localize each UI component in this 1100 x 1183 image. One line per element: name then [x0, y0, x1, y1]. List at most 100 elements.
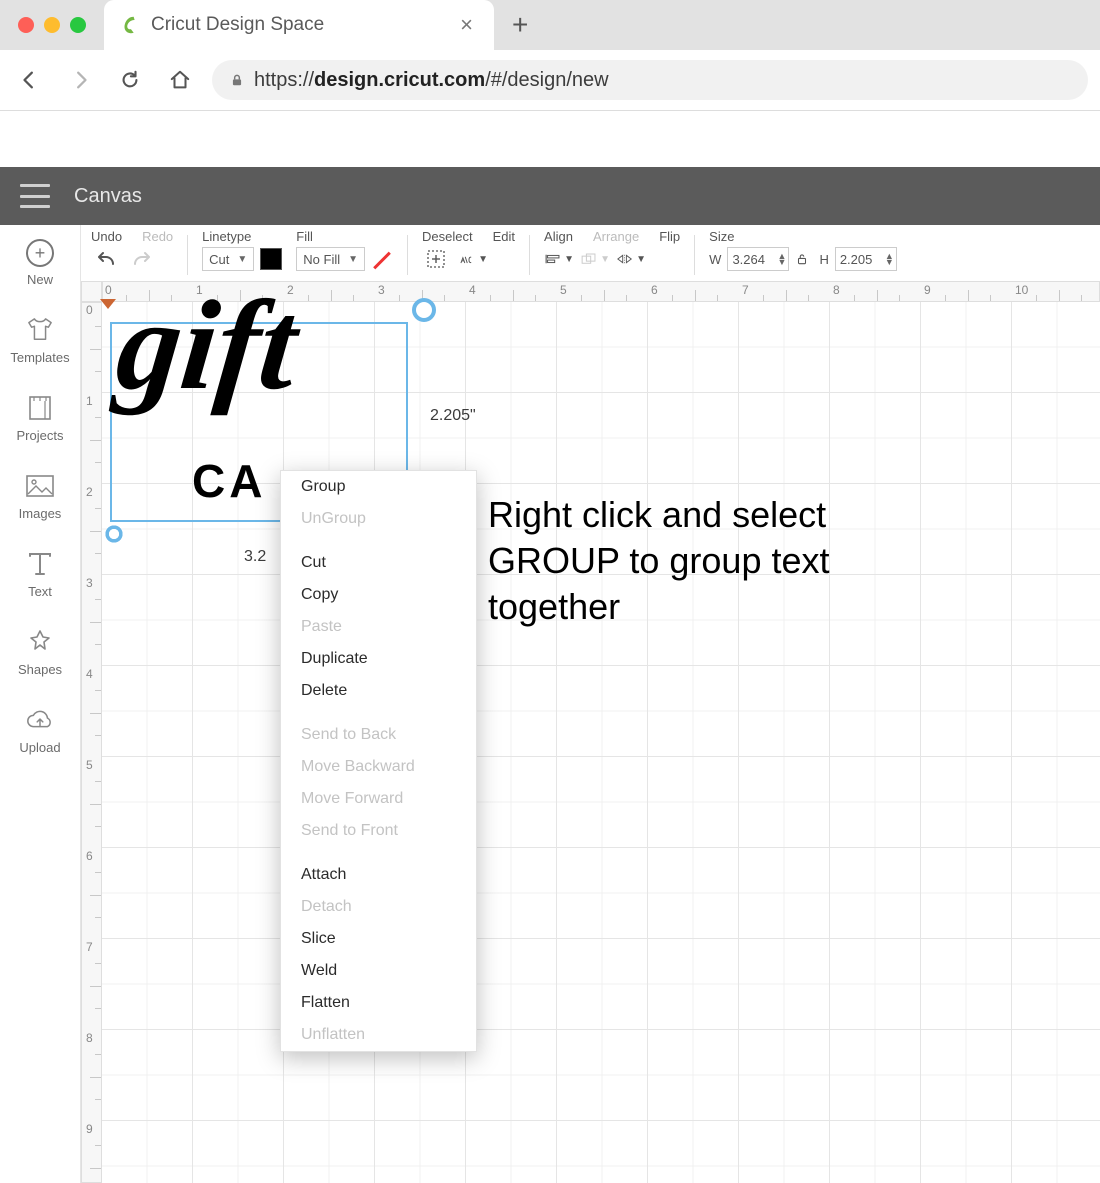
sidebar: + New Templates Projects Images Text: [0, 225, 81, 1183]
redo-label: Redo: [142, 229, 173, 244]
text-icon: [25, 549, 55, 579]
ruler-h-label: 5: [560, 283, 567, 297]
instruction-annotation: Right click and select GROUP to group te…: [488, 492, 830, 630]
artwork-text-block[interactable]: CA: [192, 454, 266, 508]
context-menu-item-attach[interactable]: Attach: [281, 859, 476, 891]
ruler-h-label: 8: [833, 283, 840, 297]
ruler-v-label: 2: [86, 485, 93, 499]
plus-circle-icon: +: [26, 239, 54, 267]
undo-button[interactable]: [91, 247, 121, 271]
shapes-icon: [25, 627, 55, 657]
rotation-handle[interactable]: [412, 298, 436, 322]
h-label: H: [819, 252, 828, 267]
artwork-text-script[interactable]: gift: [110, 281, 303, 419]
ruler-h-label: 6: [651, 283, 658, 297]
ruler-v-label: 3: [86, 576, 93, 590]
arrange-button[interactable]: ▼: [580, 247, 610, 271]
sidebar-item-images[interactable]: Images: [0, 467, 80, 525]
url-text: https://design.cricut.com/#/design/new: [254, 69, 609, 92]
cloud-upload-icon: [25, 705, 55, 735]
sidebar-item-text[interactable]: Text: [0, 545, 80, 603]
context-menu-item-flatten[interactable]: Flatten: [281, 987, 476, 1019]
fill-select[interactable]: No Fill▼: [296, 247, 365, 271]
w-label: W: [709, 252, 721, 267]
sidebar-item-upload[interactable]: Upload: [0, 701, 80, 759]
ruler-corner: [81, 281, 102, 302]
no-fill-icon[interactable]: [371, 248, 393, 270]
height-input[interactable]: 2.205▲▼: [835, 247, 897, 271]
linetype-group: Linetype Cut▼: [202, 229, 282, 271]
workarea: Undo Redo Linetype Cut▼ Fill No: [81, 225, 1100, 1183]
linetype-select[interactable]: Cut▼: [202, 247, 254, 271]
lock-icon: [230, 72, 244, 88]
selection-dim-label: 2.205": [430, 407, 476, 425]
ruler-v-label: 7: [86, 940, 93, 954]
edit-button[interactable]: ▼: [458, 247, 488, 271]
sidebar-item-shapes[interactable]: Shapes: [0, 623, 80, 681]
arrange-group: Align Arrange Flip ▼ ▼ ▼: [544, 229, 680, 271]
window-close-icon[interactable]: [18, 17, 34, 33]
canvas[interactable]: gift CA 2.205" 3.2 GroupUnGroupCutCopyPa…: [102, 302, 1100, 1183]
ruler-vertical: 0123456789: [81, 302, 102, 1183]
window-controls: [0, 17, 104, 33]
context-menu-item-cut[interactable]: Cut: [281, 547, 476, 579]
window-minimize-icon[interactable]: [44, 17, 60, 33]
width-input[interactable]: 3.264▲▼: [727, 247, 789, 271]
resize-handle-sw[interactable]: [104, 524, 124, 544]
nav-forward-icon[interactable]: [62, 62, 98, 98]
ruler-h-label: 7: [742, 283, 749, 297]
align-button[interactable]: ▼: [544, 247, 574, 271]
ruler-v-label: 8: [86, 1031, 93, 1045]
nav-row: https://design.cricut.com/#/design/new: [0, 50, 1100, 110]
ruler-h-label: 0: [105, 283, 112, 297]
context-menu-item-detach: Detach: [281, 891, 476, 923]
ruler-v-label: 6: [86, 849, 93, 863]
nav-home-icon[interactable]: [162, 62, 198, 98]
context-menu-item-send-to-front: Send to Front: [281, 815, 476, 847]
context-menu-item-weld[interactable]: Weld: [281, 955, 476, 987]
app-header: Canvas: [0, 167, 1100, 225]
context-menu-item-duplicate[interactable]: Duplicate: [281, 643, 476, 675]
undo-redo-group: Undo Redo: [91, 229, 173, 271]
deselect-button[interactable]: [422, 247, 452, 271]
url-bar[interactable]: https://design.cricut.com/#/design/new: [212, 60, 1088, 100]
menu-icon[interactable]: [20, 184, 50, 208]
sidebar-item-projects[interactable]: Projects: [0, 389, 80, 447]
window-maximize-icon[interactable]: [70, 17, 86, 33]
ruler-h-label: 3: [378, 283, 385, 297]
context-menu-item-copy[interactable]: Copy: [281, 579, 476, 611]
context-menu-item-paste: Paste: [281, 611, 476, 643]
main: + New Templates Projects Images Text: [0, 225, 1100, 1183]
browser-chrome: Cricut Design Space × + https://design.c…: [0, 0, 1100, 111]
ruler-h-label: 9: [924, 283, 931, 297]
context-menu-item-delete[interactable]: Delete: [281, 675, 476, 707]
line-color-swatch[interactable]: [260, 248, 282, 270]
tab-title: Cricut Design Space: [151, 14, 444, 36]
tab-close-icon[interactable]: ×: [454, 12, 479, 38]
ruler-h-label: 4: [469, 283, 476, 297]
ruler-v-label: 1: [86, 394, 93, 408]
ruler-v-label: 5: [86, 758, 93, 772]
browser-tab-active[interactable]: Cricut Design Space ×: [104, 0, 494, 50]
ruler-h-label: 10: [1015, 283, 1028, 297]
context-menu-item-ungroup: UnGroup: [281, 503, 476, 535]
sidebar-item-new[interactable]: + New: [0, 235, 80, 291]
context-menu-item-slice[interactable]: Slice: [281, 923, 476, 955]
context-menu-item-unflatten: Unflatten: [281, 1019, 476, 1051]
context-menu-item-group[interactable]: Group: [281, 471, 476, 503]
redo-button[interactable]: [127, 247, 157, 271]
ruler-v-label: 4: [86, 667, 93, 681]
select-group: Deselect Edit ▼: [422, 229, 515, 271]
ruler-v-label: 9: [86, 1122, 93, 1136]
fill-group: Fill No Fill▼: [296, 229, 393, 271]
flip-button[interactable]: ▼: [616, 247, 646, 271]
new-tab-button[interactable]: +: [494, 9, 546, 41]
sidebar-item-templates[interactable]: Templates: [0, 311, 80, 369]
context-menu-item-move-forward: Move Forward: [281, 783, 476, 815]
nav-refresh-icon[interactable]: [112, 62, 148, 98]
blank-space: [0, 111, 1100, 167]
size-group: Size W 3.264▲▼ H 2.205▲▼: [709, 229, 897, 271]
size-lock-icon[interactable]: [795, 252, 813, 266]
breadcrumb[interactable]: Canvas: [74, 185, 142, 208]
nav-back-icon[interactable]: [12, 62, 48, 98]
